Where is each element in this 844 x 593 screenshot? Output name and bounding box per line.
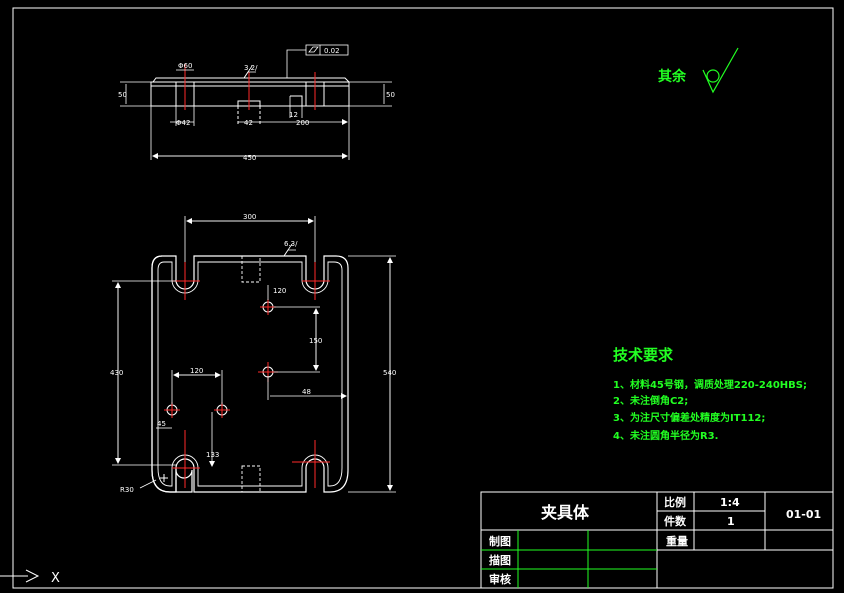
dim-120-top: 120 <box>273 287 286 295</box>
dim-200: 200 <box>296 119 309 127</box>
dim-r30: R30 <box>120 486 134 494</box>
tech-requirement-1: 1、材料45号钢，调质处理220-240HBS; <box>613 378 807 391</box>
tech-requirements-title: 技术要求 <box>613 346 674 364</box>
dim-133: 133 <box>206 451 219 459</box>
front-view-dimensions <box>120 44 392 160</box>
title-block <box>480 491 834 589</box>
scale-value: 1:4 <box>720 496 740 509</box>
surface-finish-front: 3.2/ <box>244 64 258 72</box>
plus-mark-icon <box>160 474 168 482</box>
ucs-icon <box>0 569 40 583</box>
surface-finish-plan: 6.3/ <box>284 240 298 248</box>
rest-finish-label: 其余 <box>658 68 687 85</box>
scale-label: 比例 <box>664 495 686 509</box>
ucs-x-label: X <box>51 571 60 586</box>
dim-42: 42 <box>244 119 253 127</box>
drawing-number: 01-01 <box>786 508 821 521</box>
dim-150: 150 <box>309 337 322 345</box>
drawn-label: 制图 <box>489 534 511 548</box>
plan-view-dimensions <box>112 216 396 493</box>
dim-45: 45 <box>157 420 166 428</box>
dim-50-right: 50 <box>386 91 395 99</box>
drawing-canvas: Φ60 Φ42 42 200 12 450 50 50 3.2/ 0.02 30… <box>0 7 834 589</box>
traced-label: 描图 <box>489 553 511 567</box>
weight-label: 重量 <box>666 534 688 548</box>
plan-view-holes <box>166 301 274 416</box>
plan-view <box>151 255 349 493</box>
checked-label: 审核 <box>489 572 511 586</box>
dim-120-mid: 120 <box>190 367 203 375</box>
dim-phi42: Φ42 <box>176 119 190 127</box>
front-view-dim-text: Φ60 Φ42 42 200 12 450 50 50 3.2/ 0.02 <box>118 47 395 162</box>
flatness-symbol-icon <box>308 46 319 53</box>
plan-view-hidden-lines <box>241 255 261 493</box>
dim-450: 450 <box>243 154 256 162</box>
dim-12: 12 <box>289 111 298 119</box>
dim-48: 48 <box>302 388 311 396</box>
title-block-text: 夹具体 比例 1:4 件数 1 重量 01-01 制图 描图 审核 <box>489 495 821 586</box>
dim-300: 300 <box>243 213 256 221</box>
dim-phi60: Φ60 <box>178 62 192 70</box>
dim-50-left: 50 <box>118 91 127 99</box>
tech-requirement-4: 4、未注圆角半径为R3. <box>613 429 718 442</box>
plan-view-dim-text: 300 120 150 120 48 430 540 45 133 R30 6.… <box>110 213 396 494</box>
qty-label: 件数 <box>664 514 687 528</box>
tech-requirements: 技术要求 1、材料45号钢，调质处理220-240HBS; 2、未注倒角C2; … <box>613 346 807 442</box>
drawing-frame <box>12 7 834 589</box>
tech-requirement-3: 3、为注尺寸偏差处精度为IT112; <box>613 411 765 424</box>
tech-requirement-2: 2、未注倒角C2; <box>613 394 688 407</box>
dim-540: 540 <box>383 369 396 377</box>
qty-value: 1 <box>727 515 735 528</box>
rest-finish-symbol-icon <box>702 47 739 94</box>
dim-430: 430 <box>110 369 123 377</box>
flatness-value: 0.02 <box>324 47 340 55</box>
part-name: 夹具体 <box>541 503 590 522</box>
